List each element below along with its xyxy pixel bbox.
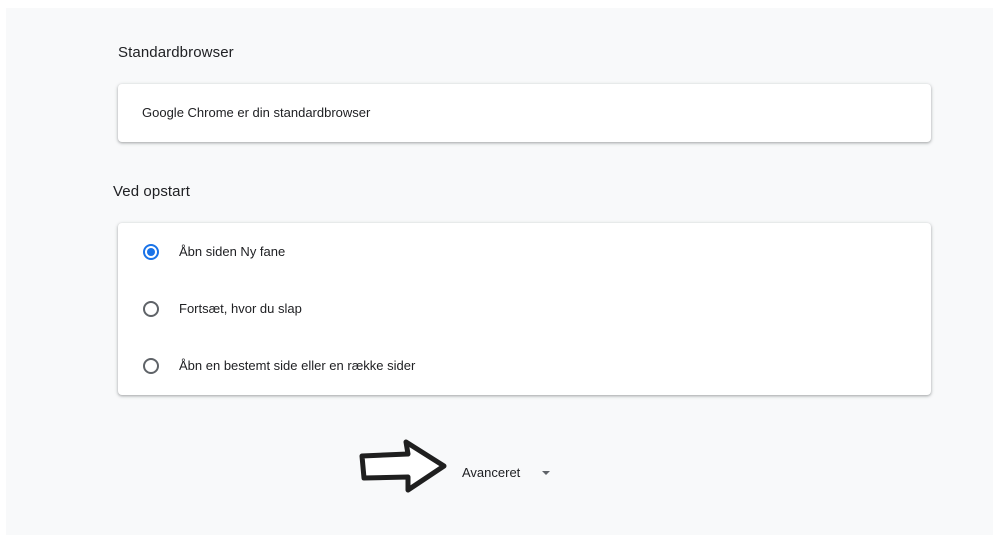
startup-option-label: Åbn en bestemt side eller en række sider — [179, 358, 416, 373]
default-browser-section-title: Standardbrowser — [118, 44, 234, 61]
radio-button[interactable] — [143, 357, 159, 374]
startup-option-specific-pages[interactable]: Åbn en bestemt side eller en række sider — [118, 337, 931, 394]
startup-option-new-tab[interactable]: Åbn siden Ny fane — [118, 223, 931, 280]
on-startup-card: Åbn siden Ny fane Fortsæt, hvor du slap … — [118, 223, 931, 395]
on-startup-section-title: Ved opstart — [113, 183, 190, 200]
radio-button-checked[interactable] — [143, 243, 159, 260]
startup-option-label: Fortsæt, hvor du slap — [179, 301, 302, 316]
default-browser-card: Google Chrome er din standardbrowser — [118, 84, 931, 142]
arrow-right-icon — [359, 439, 447, 493]
startup-option-label: Åbn siden Ny fane — [179, 244, 286, 259]
startup-option-continue[interactable]: Fortsæt, hvor du slap — [118, 280, 931, 337]
default-browser-status: Google Chrome er din standardbrowser — [142, 105, 371, 120]
chevron-down-icon — [542, 471, 551, 475]
radio-button[interactable] — [143, 300, 159, 317]
advanced-label: Avanceret — [462, 464, 521, 480]
advanced-settings-button[interactable]: Avanceret — [462, 454, 551, 490]
settings-page: Standardbrowser Google Chrome er din sta… — [6, 8, 993, 535]
